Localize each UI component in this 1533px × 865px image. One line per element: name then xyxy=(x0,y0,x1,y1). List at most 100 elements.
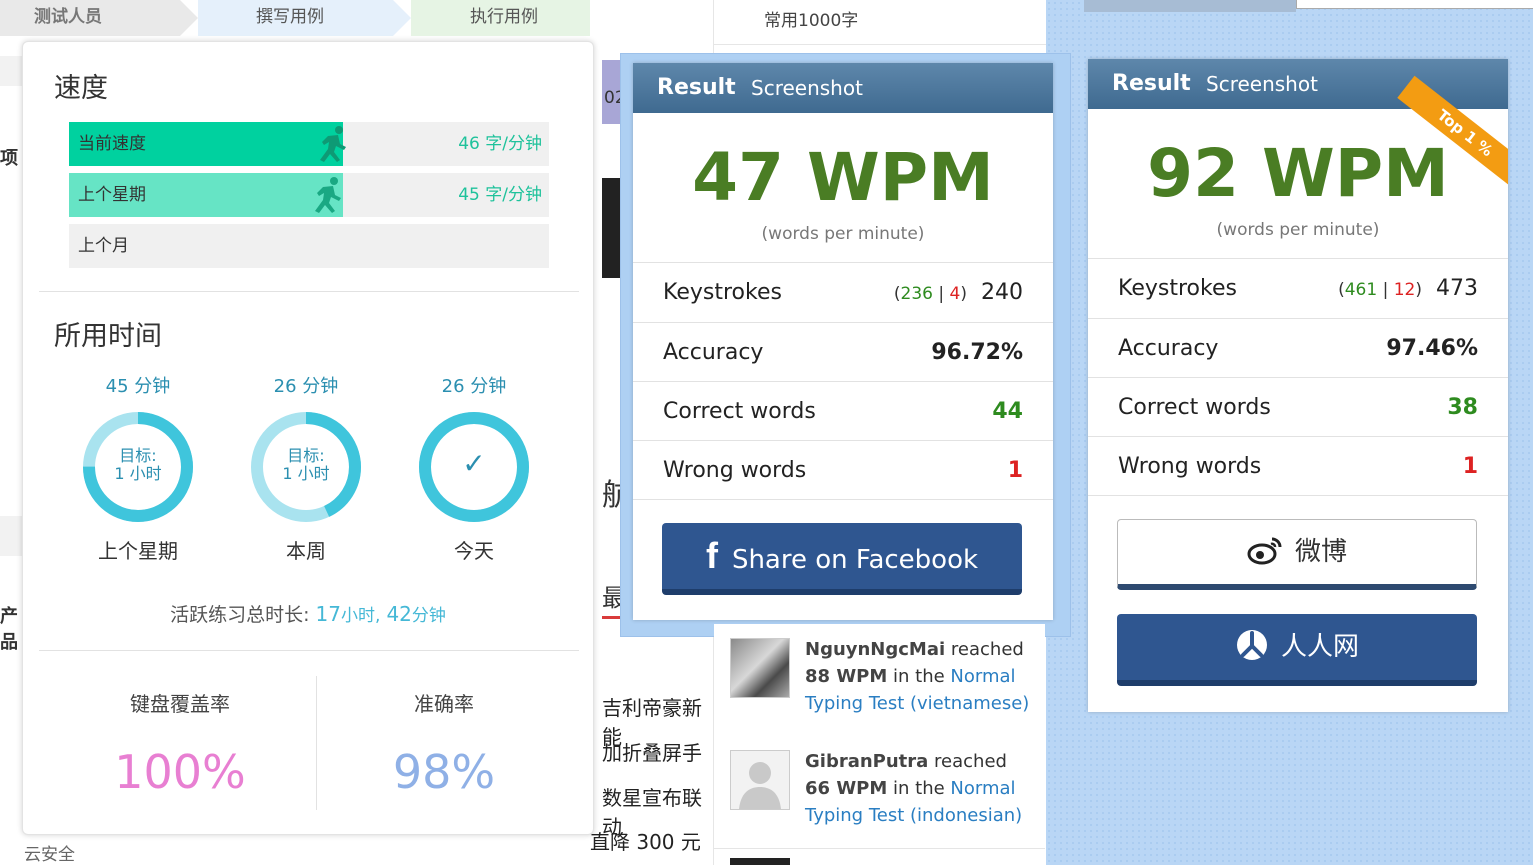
speed-row-current: 当前速度 46 字/分钟 xyxy=(69,122,549,166)
ring-minutes: 26 分钟 xyxy=(273,376,339,397)
ring-period: 上个星期 xyxy=(98,539,178,563)
share-renren-label: 人人网 xyxy=(1280,632,1359,662)
feed-text: GibranPutra reached 66 WPM in the Normal… xyxy=(805,748,1037,829)
keystrokes-wrong: 4 xyxy=(949,284,961,304)
keyboard-coverage: 键盘覆盖率 100% xyxy=(39,678,321,799)
feed-test-link[interactable]: Typing Test (vietnamese) xyxy=(805,693,1029,714)
ring-minutes: 26 分钟 xyxy=(441,376,507,397)
result-header: Result Screenshot xyxy=(633,63,1053,113)
left-strip: 项 产品 xyxy=(0,36,22,865)
wpm-value: 47 WPM xyxy=(692,139,994,216)
list-header: 常用1000字 xyxy=(764,11,859,31)
bg-bottom-text: 云安全 xyxy=(24,845,75,865)
accuracy-label: Accuracy xyxy=(1118,336,1219,361)
workflow-step-tester[interactable]: 测试人员 xyxy=(34,0,102,36)
accuracy-value: 97.46% xyxy=(1386,336,1478,361)
active-hours-unit: 小时, xyxy=(341,606,381,626)
accuracy-value: 96.72% xyxy=(931,340,1023,365)
feed-test-link[interactable]: Typing Test (indonesian) xyxy=(805,805,1022,826)
workflow-step-write[interactable]: 撰写用例 xyxy=(256,0,324,36)
feed-test-link[interactable]: Normal xyxy=(950,666,1015,687)
time-ring-last-week: 45 分钟 目标: 1 小时 上个星期 xyxy=(73,373,203,564)
renren-icon xyxy=(1236,630,1267,660)
feed-username[interactable]: NguynNgcMai xyxy=(805,639,945,660)
ring-goal-label: 目标: xyxy=(119,446,157,465)
runner-icon xyxy=(315,177,341,213)
avatar xyxy=(730,638,790,698)
keystrokes-total: 473 xyxy=(1436,276,1478,301)
accuracy-value: 98% xyxy=(392,745,496,799)
keystrokes-label: Keystrokes xyxy=(1118,276,1237,301)
tab-result[interactable]: Result xyxy=(1112,59,1191,109)
share-weibo-button[interactable]: 微博 xyxy=(1117,519,1477,590)
speed-label: 上个星期 xyxy=(78,185,146,205)
keystrokes-wrong: 12 xyxy=(1393,280,1416,300)
check-icon: ✓ xyxy=(462,447,486,480)
speed-value: 45 字/分钟 xyxy=(458,185,542,205)
tab-screenshot[interactable]: Screenshot xyxy=(751,63,863,113)
stats-card: 速度 当前速度 46 字/分钟 上个星期 45 字/分钟 上个月 所用时间 45… xyxy=(22,41,594,835)
correct-words-label: Correct words xyxy=(663,399,816,424)
news-item[interactable]: 加折叠屏手 xyxy=(602,737,702,766)
avatar xyxy=(730,750,790,810)
feed-verb: reached xyxy=(950,639,1024,660)
ring-goal-label: 目标: xyxy=(287,446,325,465)
active-practice-total: 活跃练习总时长: 17小时, 42分钟 xyxy=(23,600,593,627)
correct-words-row: Correct words 44 xyxy=(633,381,1053,441)
active-hours: 17 xyxy=(315,602,341,626)
ring-period: 今天 xyxy=(454,539,494,563)
keystrokes-total: 240 xyxy=(981,280,1023,305)
accuracy-label: 准确率 xyxy=(414,692,474,716)
divider xyxy=(633,499,1053,501)
feed-text: NguynNgcMai reached 88 WPM in the Normal… xyxy=(805,636,1037,717)
speed-title: 速度 xyxy=(54,73,108,104)
active-minutes-unit: 分钟 xyxy=(411,606,446,626)
wrong-words-label: Wrong words xyxy=(1118,454,1262,479)
share-facebook-label: Share on Facebook xyxy=(731,545,979,575)
correct-words-row: Correct words 38 xyxy=(1088,377,1508,437)
result-card-right: Result Screenshot Top 1 % 92 WPM (words … xyxy=(1088,59,1508,712)
keystrokes-value: (461 | 12) 473 xyxy=(1338,276,1478,301)
feed-preposition: in the xyxy=(893,778,945,799)
keystrokes-correct: 236 xyxy=(900,284,933,304)
accuracy-row: Accuracy 96.72% xyxy=(633,322,1053,382)
divider xyxy=(39,291,579,292)
feed-wpm: 88 WPM xyxy=(805,666,888,687)
time-ring-this-week: 26 分钟 目标: 1 小时 本周 xyxy=(241,373,371,564)
feed-item[interactable]: NguynNgcMai reached 88 WPM in the Normal… xyxy=(714,624,1045,737)
active-practice-label: 活跃练习总时长: xyxy=(170,604,310,626)
feed-username[interactable]: GibranPutra xyxy=(805,751,928,772)
runner-icon xyxy=(320,126,346,162)
ring-period: 本周 xyxy=(286,539,326,563)
keystrokes-value: (236 | 4) 240 xyxy=(893,280,1023,305)
news-item[interactable]: 直降 300 元 xyxy=(590,826,701,855)
speed-row-last-week: 上个星期 45 字/分钟 xyxy=(69,173,549,217)
tab-result[interactable]: Result xyxy=(657,63,736,113)
wpm-caption: (words per minute) xyxy=(1216,220,1380,240)
wrong-words-row: Wrong words 1 xyxy=(1088,436,1508,496)
feed-wpm: 66 WPM xyxy=(805,778,888,799)
accuracy-rate: 准确率 98% xyxy=(303,678,585,799)
wrong-words-row: Wrong words 1 xyxy=(633,440,1053,500)
tab-screenshot[interactable]: Screenshot xyxy=(1206,59,1318,109)
feed-test-link[interactable]: Normal xyxy=(950,778,1015,799)
time-title: 所用时间 xyxy=(54,321,162,352)
keystrokes-row: Keystrokes (236 | 4) 240 xyxy=(633,262,1053,322)
ring-goal-value: 1 小时 xyxy=(282,464,330,483)
correct-words-label: Correct words xyxy=(1118,395,1271,420)
workflow-step-run[interactable]: 执行用例 xyxy=(470,0,538,36)
speed-label: 上个月 xyxy=(78,236,129,256)
feed-item[interactable]: GibranPutra reached 66 WPM in the Normal… xyxy=(714,736,1045,849)
share-facebook-button[interactable]: f Share on Facebook xyxy=(662,523,1022,595)
wpm-caption: (words per minute) xyxy=(761,224,925,244)
result-card-left: Result Screenshot 47 WPM (words per minu… xyxy=(633,63,1053,620)
feed-preposition: in the xyxy=(893,666,945,687)
wrong-words-value: 1 xyxy=(1007,458,1023,483)
speed-row-last-month: 上个月 xyxy=(69,224,549,268)
bg-left-text: 产品 xyxy=(0,606,18,653)
speed-value: 46 字/分钟 xyxy=(458,134,542,154)
divider xyxy=(1088,495,1508,497)
share-renren-button[interactable]: 人人网 xyxy=(1117,614,1477,686)
keystrokes-row: Keystrokes (461 | 12) 473 xyxy=(1088,258,1508,318)
wrong-words-label: Wrong words xyxy=(663,458,807,483)
